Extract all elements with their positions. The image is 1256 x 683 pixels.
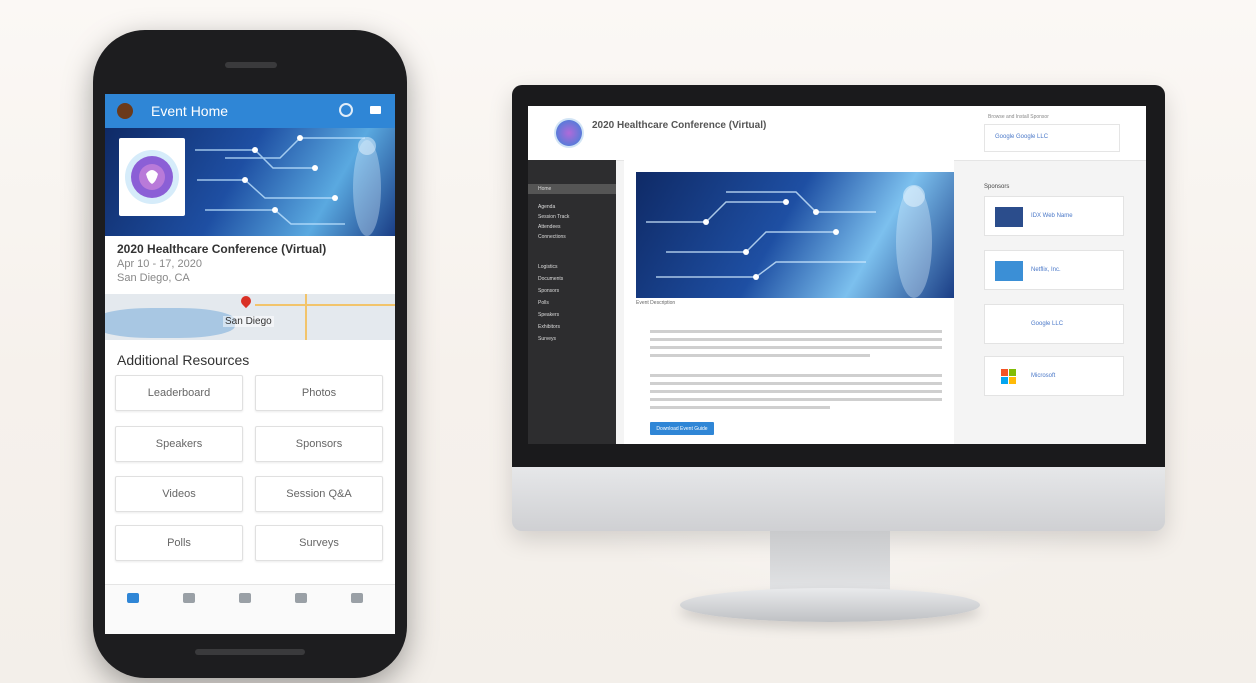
connection-icon: [295, 593, 307, 603]
map-water: [105, 308, 235, 338]
app-bar-title: Event Home: [151, 103, 229, 119]
web-header: 2020 Healthcare Conference (Virtual) Bro…: [528, 106, 1146, 161]
sponsor-name: Netflix, Inc.: [1031, 267, 1061, 273]
description-text-line: [650, 346, 942, 349]
sidebar-item-speakers[interactable]: Speakers: [538, 312, 559, 318]
sidebar-item-sponsors[interactable]: Sponsors: [538, 288, 559, 294]
phone-screen: Event Home 2020 Healthcare Conference (V…: [105, 94, 395, 634]
bottom-tab-bar: [105, 584, 395, 634]
sidebar-item-session-track[interactable]: Session Track: [538, 214, 569, 220]
sidebar-item-documents[interactable]: Documents: [538, 276, 563, 282]
mobile-phone: Event Home 2020 Healthcare Conference (V…: [93, 30, 407, 678]
sidebar-item-attendees[interactable]: Attendees: [538, 224, 561, 230]
home-icon: [127, 593, 139, 603]
sponsor-card[interactable]: Google LLC: [984, 304, 1124, 344]
sidebar-item-exhibitors[interactable]: Exhibitors: [538, 324, 560, 330]
tile-surveys[interactable]: Surveys: [255, 525, 383, 561]
sponsor-card[interactable]: Microsoft: [984, 356, 1124, 396]
map-road: [255, 304, 395, 306]
event-banner: [105, 128, 395, 236]
description-text-line: [650, 406, 830, 409]
sidebar-item-connections[interactable]: Connections: [538, 234, 566, 240]
tile-videos[interactable]: Videos: [115, 476, 243, 512]
tab-connections[interactable]: [281, 593, 321, 603]
web-main-content: Event Description Download Event Guide: [624, 160, 954, 444]
description-text-line: [650, 374, 942, 377]
sponsor-name: IDX Web Name: [1031, 213, 1073, 219]
tile-sponsors[interactable]: Sponsors: [255, 426, 383, 462]
web-sidebar: Home Agenda Session Track Attendees Conn…: [528, 160, 616, 444]
sponsor-logo: [995, 261, 1023, 281]
sidebar-item-logistics[interactable]: Logistics: [538, 264, 557, 270]
map-road: [305, 294, 307, 340]
description-text-line: [650, 398, 942, 401]
tile-session-qa[interactable]: Session Q&A: [255, 476, 383, 512]
event-round-logo: [554, 118, 584, 148]
sponsor-logo: [995, 367, 1023, 387]
hero-banner: [636, 172, 954, 298]
tab-messages[interactable]: [337, 593, 377, 603]
sidebar-item-polls[interactable]: Polls: [538, 300, 549, 306]
app-logo-icon[interactable]: [117, 103, 133, 119]
tile-leaderboard[interactable]: Leaderboard: [115, 375, 243, 411]
description-text-line: [650, 354, 870, 357]
sidebar-item-surveys[interactable]: Surveys: [538, 336, 556, 342]
sponsor-name: Microsoft: [1031, 373, 1056, 379]
description-text-line: [650, 338, 942, 341]
map-pin-icon: [238, 294, 254, 309]
app-bar: Event Home: [105, 94, 395, 128]
web-portal: 2020 Healthcare Conference (Virtual) Bro…: [528, 106, 1146, 444]
tab-attendees[interactable]: [225, 593, 265, 603]
sidebar-item-agenda[interactable]: Agenda: [538, 204, 555, 210]
tile-speakers[interactable]: Speakers: [115, 426, 243, 462]
event-dates: Apr 10 - 17, 2020: [117, 258, 203, 270]
tile-polls[interactable]: Polls: [115, 525, 243, 561]
download-guide-button[interactable]: Download Event Guide: [650, 422, 714, 435]
map-label: San Diego: [223, 316, 274, 327]
header-sponsor-box[interactable]: Google Google LLC: [984, 124, 1120, 152]
phone-speaker: [225, 62, 277, 68]
monitor-stand-base: [680, 588, 980, 622]
sponsor-logo: [995, 207, 1023, 227]
sponsors-heading: Sponsors: [984, 184, 1010, 190]
notification-icon[interactable]: [339, 103, 353, 117]
monitor-chin: [512, 467, 1165, 531]
calendar-icon: [183, 593, 195, 603]
description-text-line: [650, 382, 942, 385]
event-map[interactable]: San Diego: [105, 294, 395, 340]
sponsor-card[interactable]: Netflix, Inc.: [984, 250, 1124, 290]
tab-agenda[interactable]: [169, 593, 209, 603]
sponsor-card[interactable]: IDX Web Name: [984, 196, 1124, 236]
sponsor-name: Google LLC: [1031, 321, 1064, 327]
resources-section-title: Additional Resources: [117, 352, 250, 368]
sponsor-logo: [995, 315, 1023, 335]
circuit-graphic: [646, 185, 932, 298]
header-sponsor-hint: Browse and Install Sponsor: [988, 114, 1049, 120]
event-logo: [119, 138, 185, 216]
tile-photos[interactable]: Photos: [255, 375, 383, 411]
event-description-label: Event Description: [636, 300, 676, 306]
people-icon: [239, 593, 251, 603]
sidebar-item-home[interactable]: Home: [538, 186, 551, 192]
chat-icon: [351, 593, 363, 603]
event-location: San Diego, CA: [117, 272, 190, 284]
tab-home[interactable]: [113, 593, 153, 603]
monitor-stand-neck: [770, 531, 890, 593]
event-title: 2020 Healthcare Conference (Virtual): [117, 242, 327, 256]
web-event-title: 2020 Healthcare Conference (Virtual): [592, 120, 767, 131]
description-text-line: [650, 390, 942, 393]
phone-home-bar: [195, 649, 305, 655]
description-text-line: [650, 330, 942, 333]
message-icon[interactable]: [370, 106, 381, 114]
